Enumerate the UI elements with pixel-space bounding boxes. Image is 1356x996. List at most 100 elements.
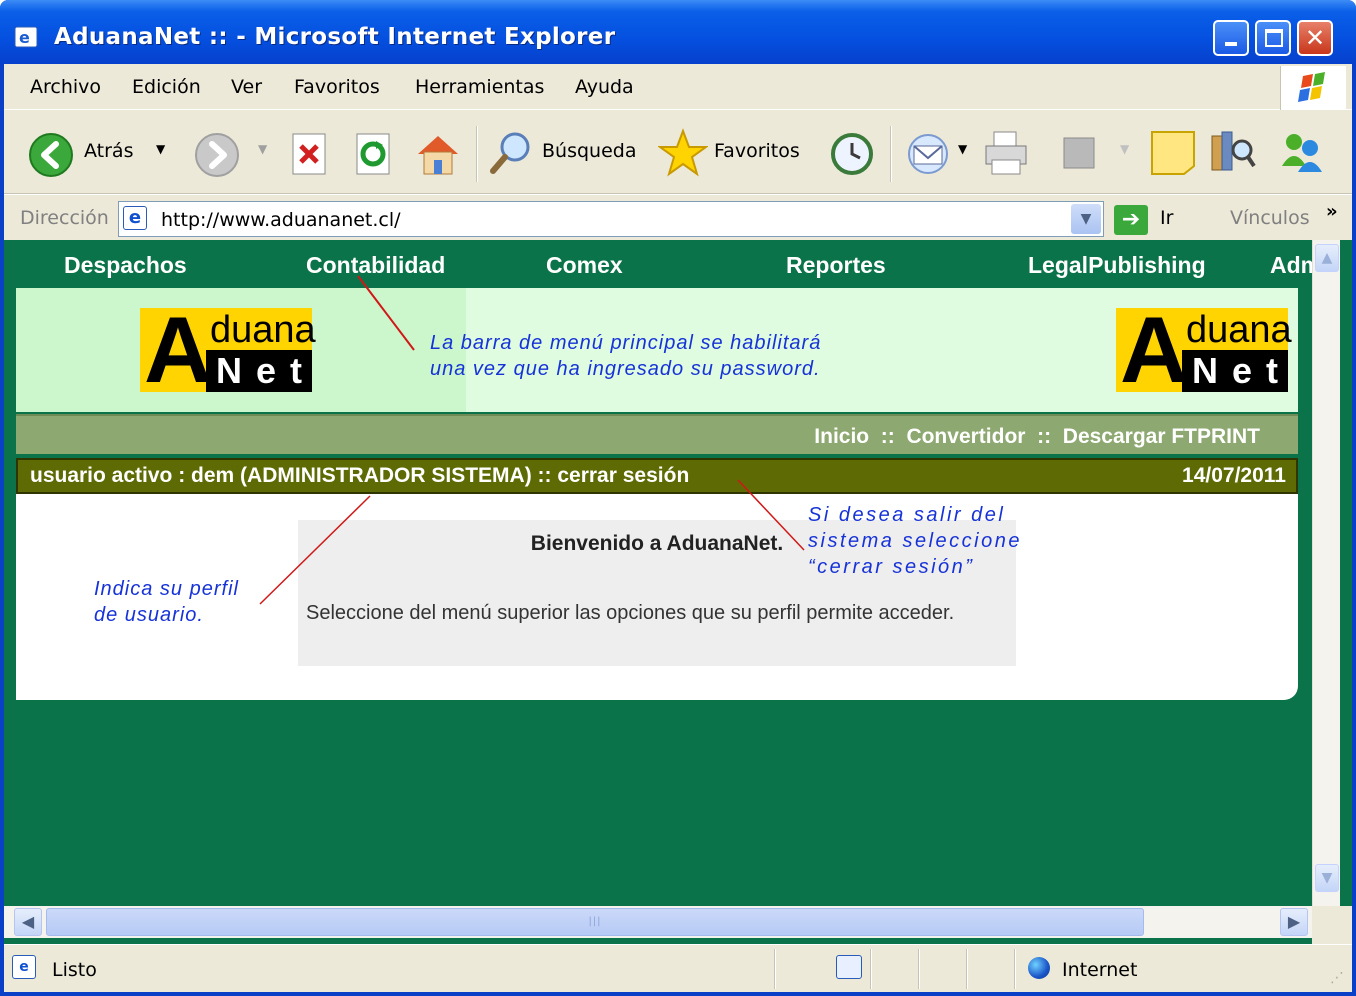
- scroll-right-icon[interactable]: ▶: [1280, 908, 1308, 936]
- search-label[interactable]: Búsqueda: [542, 140, 636, 162]
- vertical-scrollbar[interactable]: ▲ ▼: [1312, 240, 1340, 968]
- scroll-left-icon[interactable]: ◀: [14, 908, 42, 936]
- back-button[interactable]: [28, 132, 76, 180]
- status-text: Listo: [52, 959, 97, 981]
- links-chevron-icon[interactable]: »: [1326, 201, 1338, 222]
- status-bar-area: e Listo Internet ⋰: [4, 944, 1352, 992]
- nav-administracion[interactable]: Adm: [1270, 252, 1312, 279]
- standard-toolbar: Atrás ▼ ▼ Búsqueda Favoritos ▼ ▼: [4, 110, 1352, 194]
- favorites-button[interactable]: [656, 128, 710, 177]
- internet-zone-icon: [1028, 957, 1050, 979]
- back-arrow-icon: [29, 133, 73, 177]
- toolbar-separator: [476, 126, 478, 182]
- address-input[interactable]: e http://www.aduananet.cl/ ▼: [118, 201, 1104, 237]
- back-dropdown-icon[interactable]: ▼: [156, 142, 165, 156]
- refresh-icon: [356, 133, 390, 175]
- edit-icon: [1063, 137, 1095, 169]
- forward-dropdown-icon[interactable]: ▼: [258, 142, 267, 156]
- scroll-up-icon[interactable]: ▲: [1315, 244, 1339, 272]
- discuss-button[interactable]: [1150, 130, 1196, 178]
- secondary-nav-links[interactable]: Inicio :: Convertidor :: Descargar FTPRI…: [814, 425, 1260, 449]
- ie-window: e AduanaNet :: - Microsoft Internet Expl…: [0, 0, 1356, 996]
- profile-annotation: Indica su perfil de usuario.: [94, 578, 239, 626]
- address-dropdown-icon[interactable]: ▼: [1071, 204, 1101, 234]
- history-button[interactable]: [828, 130, 876, 178]
- search-icon: [490, 132, 530, 174]
- stop-icon: [292, 133, 326, 175]
- nav-reportes[interactable]: Reportes: [786, 252, 886, 279]
- nav-contabilidad[interactable]: Contabilidad: [306, 252, 445, 279]
- horizontal-scroll-thumb[interactable]: |||: [46, 908, 1144, 936]
- edit-button[interactable]: [1062, 136, 1096, 184]
- forward-arrow-icon: [195, 133, 239, 177]
- research-button[interactable]: [1208, 128, 1258, 176]
- address-label: Dirección: [20, 207, 109, 229]
- nav-comex[interactable]: Comex: [546, 252, 623, 279]
- close-icon: ✕: [1304, 24, 1326, 52]
- print-icon: [985, 131, 1027, 175]
- menu-ver[interactable]: Ver: [231, 76, 262, 98]
- scroll-down-icon[interactable]: ▼: [1315, 864, 1339, 892]
- links-label[interactable]: Vínculos: [1230, 207, 1310, 229]
- close-button[interactable]: ✕: [1297, 20, 1333, 56]
- windows-logo-icon: [1280, 66, 1346, 110]
- maximize-icon: [1265, 29, 1283, 47]
- minimize-button[interactable]: [1213, 20, 1249, 56]
- nav-legalpublishing[interactable]: LegalPublishing: [1028, 252, 1206, 279]
- page-status-icon: e: [12, 955, 36, 979]
- menu-archivo[interactable]: Archivo: [30, 76, 101, 98]
- messenger-button[interactable]: [1274, 128, 1330, 176]
- welcome-message: Seleccione del menú superior las opcione…: [306, 602, 955, 624]
- active-user-text[interactable]: usuario activo : dem (ADMINISTRADOR SIST…: [30, 464, 689, 488]
- browser-frame: Archivo Edición Ver Favoritos Herramient…: [4, 64, 1352, 992]
- menu-edicion[interactable]: Edición: [132, 76, 201, 98]
- menu-ayuda[interactable]: Ayuda: [575, 76, 634, 98]
- back-label[interactable]: Atrás: [84, 140, 133, 162]
- star-icon: [656, 128, 710, 177]
- menu-herramientas[interactable]: Herramientas: [415, 76, 544, 98]
- logout-annotation: Si desea salir del sistema seleccione “c…: [808, 504, 1022, 578]
- edit-dropdown-icon[interactable]: ▼: [1120, 142, 1129, 156]
- nav-despachos[interactable]: Despachos: [64, 252, 187, 279]
- current-date: 14/07/2011: [1182, 464, 1286, 487]
- title-bar[interactable]: e AduanaNet :: - Microsoft Internet Expl…: [0, 0, 1356, 64]
- menu-favoritos[interactable]: Favoritos: [294, 76, 380, 98]
- zone-text: Internet: [1062, 959, 1138, 981]
- stop-button[interactable]: [290, 132, 330, 180]
- menu-bar: Archivo Edición Ver Favoritos Herramient…: [4, 64, 1352, 110]
- refresh-button[interactable]: [354, 132, 394, 180]
- main-nav: Despachos Contabilidad Comex Reportes Le…: [4, 240, 1312, 288]
- print-button[interactable]: [980, 128, 1034, 176]
- forward-button[interactable]: [194, 132, 242, 180]
- page-icon: e: [123, 206, 147, 230]
- menu-annotation: La barra de menú principal se habilitará…: [430, 332, 822, 380]
- home-button[interactable]: [414, 130, 462, 178]
- active-user-bar: usuario activo : dem (ADMINISTRADOR SIST…: [16, 458, 1298, 494]
- history-icon: [831, 133, 873, 175]
- home-icon: [418, 136, 458, 175]
- messenger-icon: [1282, 134, 1322, 172]
- horizontal-scrollbar[interactable]: ◀ ||| ▶: [4, 906, 1312, 938]
- address-bar: Dirección e http://www.aduananet.cl/ ▼ ➔…: [4, 194, 1352, 240]
- ie-icon: e: [14, 26, 38, 48]
- mail-dropdown-icon[interactable]: ▼: [958, 142, 967, 156]
- aduananet-logo-right: A duana Net: [1116, 300, 1292, 400]
- download-progress-icon: [836, 955, 862, 979]
- aduananet-logo-left: A duana Net: [140, 300, 316, 400]
- minimize-icon: [1225, 42, 1237, 46]
- page-viewport: Despachos Contabilidad Comex Reportes Le…: [4, 240, 1352, 968]
- mail-icon: [908, 134, 948, 174]
- mail-button[interactable]: [904, 132, 954, 180]
- maximize-button[interactable]: [1255, 20, 1291, 56]
- go-button[interactable]: Ir: [1160, 207, 1173, 229]
- research-icon: [1211, 131, 1256, 171]
- svg-text:e: e: [19, 28, 30, 47]
- search-button[interactable]: [488, 130, 534, 178]
- go-arrow-icon[interactable]: ➔: [1114, 205, 1148, 235]
- note-icon: [1151, 131, 1195, 175]
- toolbar-separator: [890, 126, 892, 182]
- resize-grip-icon[interactable]: ⋰: [1330, 970, 1344, 986]
- address-url[interactable]: http://www.aduananet.cl/: [161, 209, 401, 231]
- window-title: AduanaNet :: - Microsoft Internet Explor…: [54, 24, 616, 50]
- favorites-label[interactable]: Favoritos: [714, 140, 800, 162]
